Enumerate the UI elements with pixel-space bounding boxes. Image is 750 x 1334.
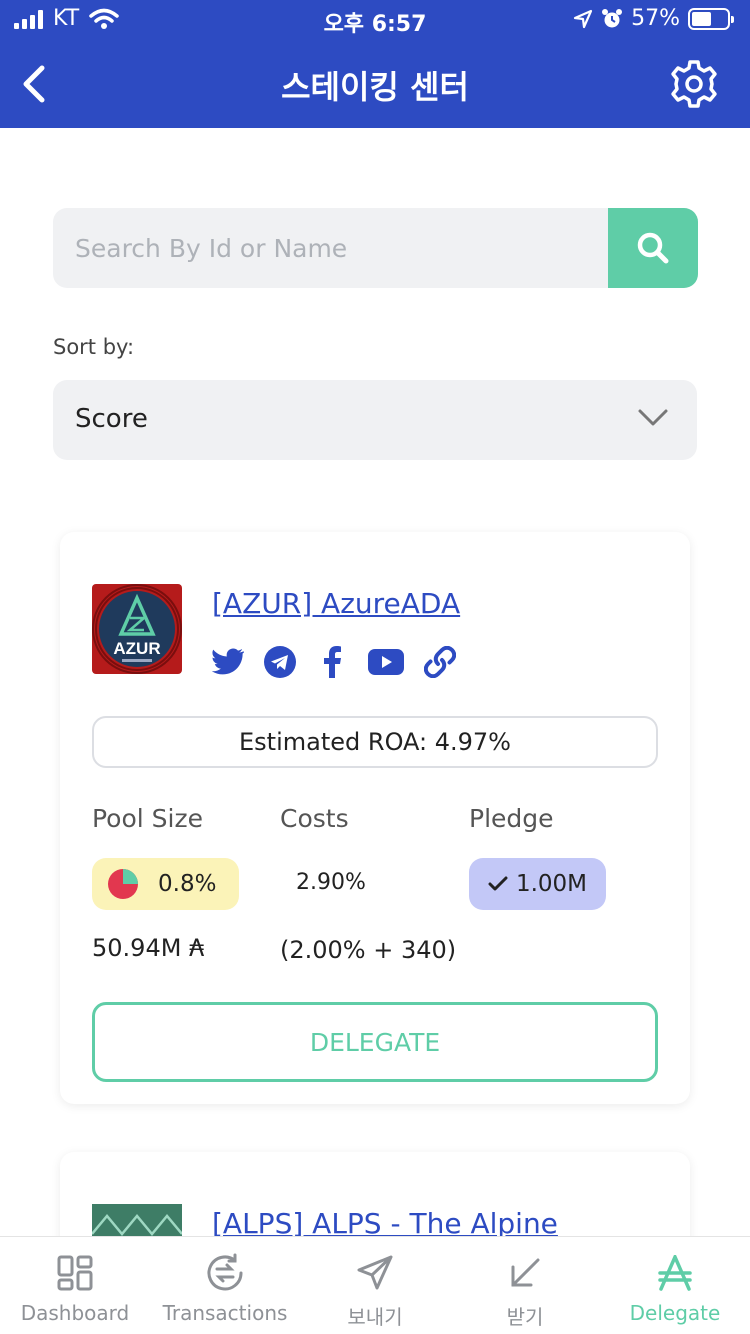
youtube-icon	[368, 649, 404, 675]
check-icon	[488, 876, 508, 891]
website-link[interactable]	[424, 646, 456, 678]
telegram-icon	[264, 646, 296, 678]
link-icon	[424, 646, 456, 678]
pool-card: AZUR [AZUR] AzureADA Estimated ROA: 4.97…	[60, 532, 690, 1104]
tab-transactions[interactable]: Transactions	[150, 1237, 300, 1334]
send-icon	[357, 1255, 393, 1290]
youtube-link[interactable]	[368, 646, 404, 678]
pool-size-ada: 50.94M ₳	[92, 934, 205, 962]
pie-chart-icon	[108, 869, 138, 899]
tab-label: Transactions	[162, 1301, 288, 1325]
tab-label: 보내기	[347, 1305, 403, 1329]
tab-bar: Dashboard Transactions 보내기 받기 Delegate	[0, 1236, 750, 1334]
battery-icon	[688, 7, 734, 30]
search-bar	[53, 208, 698, 288]
location-icon	[573, 9, 593, 28]
status-bar: KT 오후 6:57 57%	[0, 0, 750, 40]
costs-value: 2.90%	[296, 870, 366, 895]
dashboard-icon	[57, 1255, 93, 1291]
receive-icon	[511, 1258, 540, 1287]
telegram-link[interactable]	[264, 646, 296, 678]
pool-size-percent: 0.8%	[158, 871, 217, 897]
tab-dashboard[interactable]: Dashboard	[0, 1237, 150, 1334]
costs-detail: (2.00% + 340)	[280, 936, 457, 964]
facebook-link[interactable]	[316, 646, 348, 678]
pool-size-badge: 0.8%	[92, 858, 239, 910]
search-icon	[637, 232, 669, 264]
pool-name-link[interactable]: [AZUR] AzureADA	[212, 587, 460, 620]
gear-icon	[671, 60, 717, 108]
ada-icon	[658, 1255, 692, 1291]
delegate-button[interactable]: DELEGATE	[92, 1002, 658, 1082]
sort-value: Score	[75, 404, 148, 434]
tab-label: Dashboard	[20, 1301, 130, 1325]
twitter-icon	[212, 648, 244, 675]
settings-button[interactable]	[668, 58, 720, 110]
search-input[interactable]	[53, 208, 608, 288]
tab-label: 받기	[506, 1305, 544, 1329]
tab-send[interactable]: 보내기	[300, 1237, 450, 1334]
page-title: 스테이킹 센터	[281, 68, 469, 106]
pledge-badge: 1.00M	[469, 858, 606, 910]
pool-logo: AZUR	[92, 584, 182, 674]
estimated-roa: Estimated ROA: 4.97%	[92, 716, 658, 768]
social-links	[212, 646, 456, 678]
twitter-link[interactable]	[212, 646, 244, 678]
facebook-icon	[324, 646, 341, 678]
transactions-icon	[207, 1253, 243, 1291]
tab-label: Delegate	[629, 1301, 721, 1325]
alarm-icon	[602, 8, 623, 27]
search-button[interactable]	[608, 208, 698, 288]
sort-label: Sort by:	[53, 335, 135, 359]
tab-delegate[interactable]: Delegate	[600, 1237, 750, 1334]
chevron-down-icon	[638, 409, 668, 426]
pool-size-label: Pool Size	[92, 804, 203, 833]
tab-receive[interactable]: 받기	[450, 1237, 600, 1334]
pledge-label: Pledge	[469, 804, 554, 833]
nav-bar: 스테이킹 센터	[0, 40, 750, 128]
battery-percent: 57%	[631, 6, 680, 31]
pledge-value: 1.00M	[515, 871, 588, 897]
svg-text:AZUR: AZUR	[113, 639, 160, 658]
costs-label: Costs	[280, 804, 349, 833]
sort-dropdown[interactable]: Score	[53, 380, 697, 460]
